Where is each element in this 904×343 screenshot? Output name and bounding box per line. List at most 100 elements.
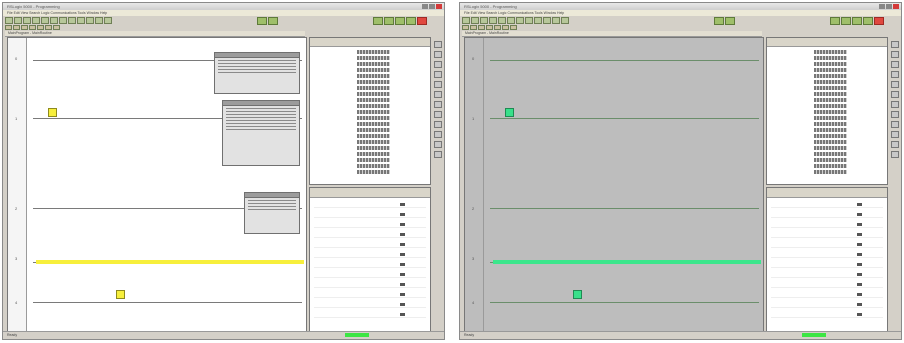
tool-icon[interactable] (434, 121, 442, 128)
tool-icon[interactable] (891, 131, 899, 138)
test-icon[interactable] (395, 17, 405, 25)
new-icon[interactable] (462, 17, 470, 24)
tool-icon[interactable] (891, 91, 899, 98)
ote-icon[interactable] (494, 25, 501, 30)
save-icon[interactable] (480, 17, 488, 24)
download-icon[interactable] (104, 17, 112, 24)
accept-icon[interactable] (384, 17, 394, 25)
xic-icon[interactable] (478, 25, 485, 30)
xic-icon[interactable] (21, 25, 28, 30)
tool-icon[interactable] (891, 71, 899, 78)
tool-icon[interactable] (434, 111, 442, 118)
redo-icon[interactable] (534, 17, 542, 24)
save-icon[interactable] (23, 17, 31, 24)
branch-icon[interactable] (470, 25, 477, 30)
cut-icon[interactable] (41, 17, 49, 24)
go-online-icon[interactable] (714, 17, 724, 25)
paste-icon[interactable] (516, 17, 524, 24)
tool-icon[interactable] (434, 101, 442, 108)
tool-icon[interactable] (891, 81, 899, 88)
tag-monitor-panel[interactable] (309, 37, 431, 185)
watch-panel[interactable] (766, 187, 888, 333)
undo-icon[interactable] (525, 17, 533, 24)
assemble-icon[interactable] (406, 17, 416, 25)
test-icon[interactable] (852, 17, 862, 25)
minimize-icon[interactable] (422, 4, 428, 9)
tool-icon[interactable] (434, 61, 442, 68)
tool-icon[interactable] (891, 141, 899, 148)
undo-icon[interactable] (68, 17, 76, 24)
verify-icon[interactable] (95, 17, 103, 24)
otl-icon[interactable] (45, 25, 52, 30)
contact-instruction[interactable] (116, 290, 125, 299)
rung-line[interactable] (490, 208, 759, 209)
assemble-icon[interactable] (863, 17, 873, 25)
watch-panel[interactable] (309, 187, 431, 333)
upload-icon[interactable] (268, 17, 278, 25)
tool-icon[interactable] (891, 41, 899, 48)
close-icon[interactable] (436, 4, 442, 9)
print-icon[interactable] (489, 17, 497, 24)
xio-icon[interactable] (29, 25, 36, 30)
xio-icon[interactable] (486, 25, 493, 30)
menu-items[interactable]: File Edit View Search Logic Communicatio… (464, 11, 564, 15)
routine-tab[interactable]: MainProgram - MainRoutine (8, 31, 52, 35)
tool-icon[interactable] (891, 101, 899, 108)
rung-line[interactable] (33, 302, 302, 303)
tool-icon[interactable] (434, 141, 442, 148)
ote-icon[interactable] (37, 25, 44, 30)
edit-icon[interactable] (830, 17, 840, 25)
download-icon[interactable] (561, 17, 569, 24)
close-icon[interactable] (893, 4, 899, 9)
verify-icon[interactable] (552, 17, 560, 24)
rung-line[interactable] (490, 302, 759, 303)
copy-icon[interactable] (50, 17, 58, 24)
ladder-editor[interactable]: 0 1 2 3 4 (7, 37, 307, 333)
menu-items[interactable]: File Edit View Search Logic Communicatio… (7, 11, 107, 15)
upload-icon[interactable] (725, 17, 735, 25)
contact-instruction[interactable] (505, 108, 514, 117)
cancel-edit-icon[interactable] (417, 17, 427, 25)
find-icon[interactable] (543, 17, 551, 24)
maximize-icon[interactable] (886, 4, 892, 9)
open-icon[interactable] (14, 17, 22, 24)
rung-icon[interactable] (462, 25, 469, 30)
paste-icon[interactable] (59, 17, 67, 24)
tool-icon[interactable] (891, 51, 899, 58)
otl-icon[interactable] (502, 25, 509, 30)
contact-instruction[interactable] (48, 108, 57, 117)
tool-icon[interactable] (434, 41, 442, 48)
rung-icon[interactable] (5, 25, 12, 30)
tool-icon[interactable] (434, 71, 442, 78)
ladder-editor[interactable]: 0 1 2 3 4 (464, 37, 764, 333)
contact-instruction[interactable] (573, 290, 582, 299)
new-icon[interactable] (5, 17, 13, 24)
tool-icon[interactable] (434, 151, 442, 158)
tag-monitor-panel[interactable] (766, 37, 888, 185)
minimize-icon[interactable] (879, 4, 885, 9)
edit-icon[interactable] (373, 17, 383, 25)
tool-icon[interactable] (434, 131, 442, 138)
otu-icon[interactable] (510, 25, 517, 30)
tool-icon[interactable] (434, 81, 442, 88)
tool-icon[interactable] (891, 151, 899, 158)
rung-line[interactable] (490, 118, 759, 119)
tool-icon[interactable] (891, 121, 899, 128)
print-icon[interactable] (32, 17, 40, 24)
rung-line[interactable] (490, 60, 759, 61)
copy-icon[interactable] (507, 17, 515, 24)
go-online-icon[interactable] (257, 17, 267, 25)
redo-icon[interactable] (77, 17, 85, 24)
tool-icon[interactable] (891, 61, 899, 68)
routine-tab[interactable]: MainProgram - MainRoutine (465, 31, 509, 35)
cancel-edit-icon[interactable] (874, 17, 884, 25)
otu-icon[interactable] (53, 25, 60, 30)
tool-icon[interactable] (434, 91, 442, 98)
find-icon[interactable] (86, 17, 94, 24)
branch-icon[interactable] (13, 25, 20, 30)
tool-icon[interactable] (891, 111, 899, 118)
maximize-icon[interactable] (429, 4, 435, 9)
accept-icon[interactable] (841, 17, 851, 25)
tool-icon[interactable] (434, 51, 442, 58)
open-icon[interactable] (471, 17, 479, 24)
